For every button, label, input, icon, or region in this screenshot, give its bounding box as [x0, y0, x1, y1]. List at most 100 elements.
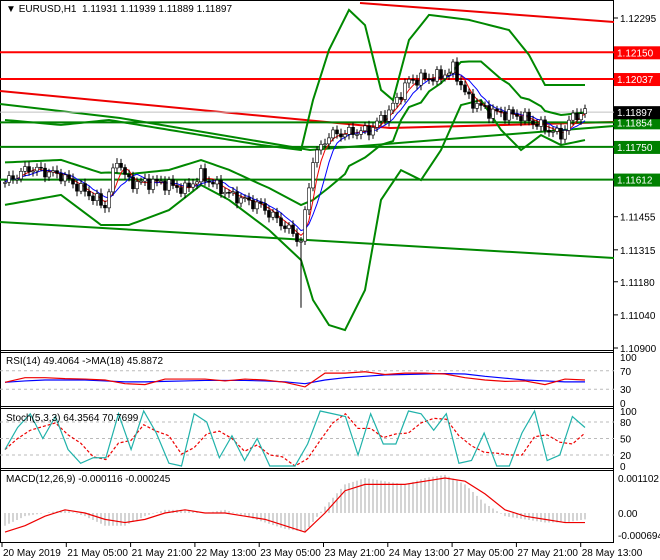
macd-signal-line: [4, 477, 585, 533]
candle: [439, 69, 443, 79]
candle: [271, 211, 275, 218]
candle: [79, 183, 83, 192]
candle: [63, 174, 67, 182]
candle: [235, 191, 239, 204]
candle: [295, 233, 299, 242]
candle: [375, 120, 379, 128]
candle: [191, 183, 195, 188]
candle: [75, 183, 79, 192]
candle: [139, 180, 143, 183]
macd-axis-label: -0.000694: [618, 531, 660, 542]
candle: [443, 74, 447, 79]
candle: [467, 91, 471, 95]
chart-canvas[interactable]: 1.12150 1.12037 1.11854 1.11750 1.11612 1.12…: [0, 0, 660, 560]
candle: [267, 210, 271, 218]
candle: [575, 112, 579, 121]
candle: [555, 127, 559, 132]
candle: [215, 179, 219, 185]
candle: [343, 134, 347, 138]
level-price-label: 1.11854: [617, 118, 653, 129]
candle: [263, 203, 267, 211]
moving-average-fast: [4, 71, 586, 236]
price-tick-label: 1.11180: [620, 278, 655, 289]
bollinger-middle-line: [4, 60, 586, 207]
time-label: 23 May 21:00: [325, 548, 386, 559]
candle: [359, 130, 363, 135]
candle: [403, 82, 407, 100]
chart-header: ▼ EURUSD,H1 1.11931 1.11939 1.11889 1.11…: [6, 4, 232, 15]
time-axis: 20 May 2019 21 May 05:00 21 May 21:00 22 Ma…: [1, 543, 643, 559]
candle: [47, 171, 51, 178]
candle: [435, 69, 439, 82]
candle: [87, 191, 91, 197]
candle: [275, 211, 279, 219]
macd-axis-label: 0.00: [618, 509, 638, 520]
candle: [243, 197, 247, 199]
candle: [427, 78, 431, 80]
candle: [95, 193, 99, 201]
candle: [259, 201, 263, 204]
candle: [303, 209, 307, 242]
ohlc-values: 1.11931 1.11939 1.11889 1.11897: [82, 4, 233, 15]
candle: [539, 119, 543, 127]
candle: [103, 205, 107, 209]
candle: [479, 103, 483, 106]
symbol-label: EURUSD,H1: [18, 4, 77, 15]
level-price-label: 1.12150: [617, 48, 654, 59]
candle: [31, 170, 35, 173]
candle: [419, 72, 423, 86]
candle: [71, 178, 75, 185]
candle: [23, 166, 27, 172]
candle: [563, 130, 567, 140]
candle: [551, 131, 555, 133]
candle: [143, 178, 147, 182]
candle: [239, 197, 243, 204]
trading-chart-window: 1.12150 1.12037 1.11854 1.11750 1.11612 1.12…: [0, 0, 660, 560]
candle: [559, 127, 563, 140]
candle: [523, 111, 527, 122]
candle: [335, 129, 339, 135]
candle: [151, 178, 155, 190]
candle: [459, 80, 463, 86]
candle: [543, 119, 547, 131]
candle: [327, 137, 331, 145]
macd-axis-label: 0.001102: [618, 474, 659, 485]
candle: [279, 217, 283, 227]
candle: [347, 127, 351, 135]
candle: [583, 108, 587, 114]
rsi-line: [4, 371, 586, 388]
candle: [115, 163, 119, 169]
candle: [307, 187, 311, 211]
candle: [7, 175, 11, 183]
candle: [179, 187, 183, 194]
candle: [91, 195, 95, 201]
candle: [391, 102, 395, 111]
candle: [283, 225, 287, 229]
time-label: 23 May 05:00: [260, 548, 321, 559]
candle: [547, 130, 551, 133]
candle: [315, 149, 319, 163]
price-tick-label: 1.11315: [620, 246, 656, 257]
candle: [579, 113, 583, 121]
rsi-axis-label: 100: [620, 353, 637, 364]
candle: [135, 181, 139, 190]
candle: [227, 191, 231, 194]
candle: [331, 129, 335, 139]
candle: [131, 176, 135, 190]
candle: [287, 224, 291, 229]
collapse-triangle-icon[interactable]: ▼: [6, 4, 16, 15]
candle: [123, 167, 127, 175]
candle: [255, 201, 259, 210]
level-price-label: 1.11750: [617, 143, 653, 154]
candle: [483, 105, 487, 107]
candle: [223, 191, 227, 195]
current-price-label: 1.11897: [617, 108, 653, 119]
candle: [431, 78, 435, 82]
candle: [451, 61, 455, 74]
trendlines[interactable]: [0, 2, 615, 259]
candle: [475, 103, 479, 109]
resistance-trendline[interactable]: [359, 2, 615, 23]
candle: [211, 182, 215, 185]
candle: [119, 163, 123, 168]
candle: [27, 166, 31, 173]
